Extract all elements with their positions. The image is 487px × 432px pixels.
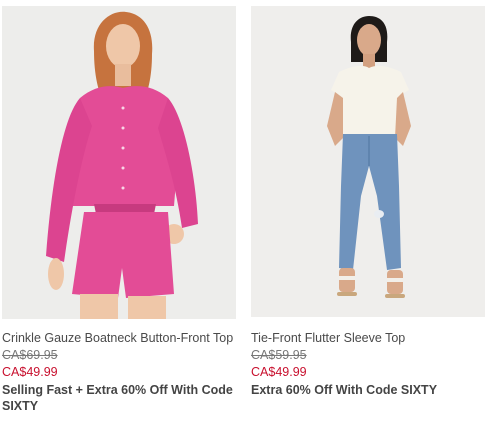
product-image[interactable] [2, 6, 236, 319]
sale-price: CA$49.99 [251, 365, 307, 379]
product-card[interactable]: Crinkle Gauze Boatneck Button-Front Top … [2, 6, 236, 414]
product-name[interactable]: Tie-Front Flutter Sleeve Top [251, 329, 485, 347]
promo-text: Extra 60% Off With Code SIXTY [251, 383, 438, 397]
sale-price: CA$49.99 [2, 365, 58, 379]
model-photo-white-top-jeans [251, 6, 485, 317]
original-price: CA$69.95 [2, 348, 58, 362]
product-name[interactable]: Crinkle Gauze Boatneck Button-Front Top [2, 329, 236, 347]
product-card[interactable]: Tie-Front Flutter Sleeve Top CA$59.95 CA… [251, 6, 485, 398]
original-price: CA$59.95 [251, 348, 307, 362]
model-photo-pink-romper [2, 6, 236, 319]
promo-text: Selling Fast + Extra 60% Off With Code S… [2, 383, 233, 413]
product-image[interactable] [251, 6, 485, 317]
